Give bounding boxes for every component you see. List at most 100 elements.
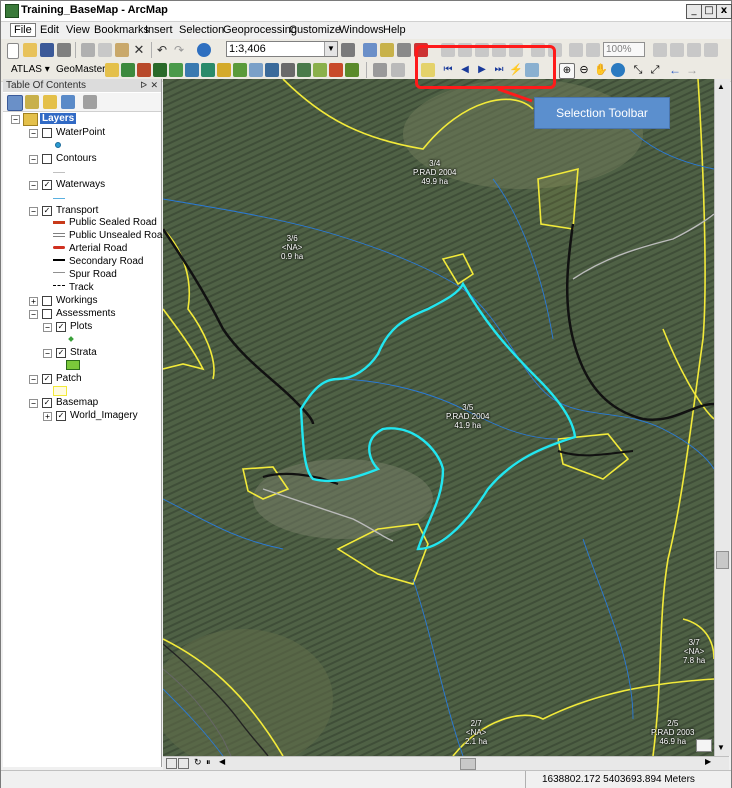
open-folder-icon[interactable] [23, 43, 37, 57]
waterpoint-collapse-icon[interactable]: − [29, 129, 38, 138]
menu-help[interactable]: Help [380, 24, 409, 36]
map-vertical-scrollbar[interactable]: ▲ ▼ [714, 79, 730, 756]
basemap-collapse-icon[interactable]: − [29, 399, 38, 408]
scroll-left-arrow-icon[interactable]: ◀ [219, 757, 225, 766]
search-window-icon[interactable] [397, 43, 411, 57]
map-view[interactable]: 3/4 P.RAD 2004 49.9 ha 3/6 <NA> 0.9 ha 3/5 P.… [163, 79, 714, 756]
toc-pin-icon[interactable]: ᐅ [140, 79, 147, 92]
scale-dropdown-icon[interactable]: ▼ [324, 42, 337, 56]
go-back-arrow-icon[interactable]: ← [668, 63, 682, 77]
edit-vertices-icon[interactable] [373, 63, 387, 77]
atlas-tool-7-icon[interactable] [201, 63, 215, 77]
pan-hand-icon[interactable]: ✋ [594, 63, 608, 77]
full-extent-globe-icon[interactable] [611, 63, 625, 77]
save-icon[interactable] [40, 43, 54, 57]
minimize-button[interactable]: _ [686, 4, 702, 19]
workings-expand-icon[interactable]: + [29, 297, 38, 306]
map-horizontal-scrollbar[interactable]: ↻ ⏸ ◀ ▶ [163, 756, 729, 770]
scroll-right-arrow-icon[interactable]: ▶ [705, 757, 711, 766]
cut-icon[interactable] [81, 43, 95, 57]
layer-patch[interactable]: Patch [56, 373, 82, 384]
delete-icon[interactable]: ✕ [132, 43, 146, 57]
list-by-selection-icon[interactable] [61, 95, 75, 109]
map-scale-combo[interactable]: 1:3,406 ▼ [226, 41, 338, 57]
plots-checkbox[interactable]: ✓ [56, 322, 66, 332]
close-button[interactable]: x [716, 4, 732, 19]
menu-insert[interactable]: Insert [142, 24, 176, 36]
atlas-toolbar-menu[interactable]: ATLAS ▾ [11, 64, 50, 75]
layout-view-icon[interactable] [178, 758, 189, 769]
print-icon[interactable] [57, 43, 71, 57]
vertical-scroll-thumb[interactable] [716, 551, 729, 569]
atlas-tool-9-icon[interactable] [233, 63, 247, 77]
fixed-zoom-out-icon[interactable]: ⤢ [648, 63, 662, 77]
zoom-in-icon[interactable]: ⊕ [559, 63, 575, 79]
atlas-tool-8-icon[interactable] [217, 63, 231, 77]
layout-zoom-in-icon[interactable] [569, 43, 583, 57]
menu-edit[interactable]: Edit [37, 24, 62, 36]
atlas-tool-11-icon[interactable] [265, 63, 279, 77]
toc-close-icon[interactable]: ✕ [150, 79, 158, 92]
editor-toolbar-icon[interactable] [341, 43, 355, 57]
horizontal-scroll-thumb[interactable] [460, 758, 476, 770]
maximize-button[interactable]: □ [701, 4, 717, 19]
draft-mode-icon[interactable] [653, 43, 667, 57]
waterways-collapse-icon[interactable]: − [29, 181, 38, 190]
go-forward-arrow-icon[interactable]: → [685, 63, 699, 77]
contours-checkbox[interactable] [42, 154, 52, 164]
layer-workings[interactable]: Workings [56, 295, 98, 306]
atlas-tool-13-icon[interactable] [297, 63, 311, 77]
layout-zoom-percent[interactable]: 100% [603, 42, 645, 57]
add-data-icon[interactable] [197, 43, 211, 57]
data-view-icon[interactable] [166, 758, 177, 769]
atlas-tool-2-icon[interactable] [121, 63, 135, 77]
patch-collapse-icon[interactable]: − [29, 375, 38, 384]
undo-icon[interactable]: ↶ [157, 43, 171, 57]
workings-checkbox[interactable] [42, 296, 52, 306]
assessments-collapse-icon[interactable]: − [29, 310, 38, 319]
world-imagery-checkbox[interactable]: ✓ [56, 411, 66, 421]
atlas-tool-14-icon[interactable] [313, 63, 327, 77]
list-by-visibility-icon[interactable] [43, 95, 57, 109]
catalog-window-icon[interactable] [380, 43, 394, 57]
list-by-source-icon[interactable] [25, 95, 39, 109]
refresh-view-icon[interactable]: ↻ [194, 757, 202, 768]
scroll-up-arrow-icon[interactable]: ▲ [717, 82, 725, 91]
layer-transport[interactable]: Transport [56, 205, 98, 216]
world-imagery-expand-icon[interactable]: + [43, 412, 52, 421]
transport-collapse-icon[interactable]: − [29, 207, 38, 216]
measure-icon[interactable] [391, 63, 405, 77]
layer-world-imagery[interactable]: World_Imagery [70, 410, 138, 421]
zoom-out-icon[interactable]: ⊖ [577, 63, 591, 77]
assessments-checkbox[interactable] [42, 309, 52, 319]
atlas-tool-10-icon[interactable] [249, 63, 263, 77]
list-by-drawing-order-icon[interactable] [7, 95, 23, 111]
plots-collapse-icon[interactable]: − [43, 323, 52, 332]
transport-checkbox[interactable]: ✓ [42, 206, 52, 216]
map-tips-icon[interactable] [696, 739, 712, 752]
layer-waterways[interactable]: Waterways [56, 179, 105, 190]
atlas-tool-16-icon[interactable] [345, 63, 359, 77]
pause-drawing-icon[interactable]: ⏸ [206, 757, 211, 768]
menu-view[interactable]: View [63, 24, 93, 36]
atlas-tool-1-icon[interactable] [105, 63, 119, 77]
redo-icon[interactable]: ↷ [174, 43, 188, 57]
layout-zoom-out-icon[interactable] [586, 43, 600, 57]
toc-options-icon[interactable] [83, 95, 97, 109]
atlas-tool-3-icon[interactable] [137, 63, 151, 77]
layer-strata[interactable]: Strata [70, 347, 97, 358]
atlas-tool-5-icon[interactable] [169, 63, 183, 77]
copy-icon[interactable] [98, 43, 112, 57]
menu-file[interactable]: File [10, 23, 36, 37]
waterways-checkbox[interactable]: ✓ [42, 180, 52, 190]
layer-contours[interactable]: Contours [56, 153, 97, 164]
atlas-tool-12-icon[interactable] [281, 63, 295, 77]
atlas-tool-4-icon[interactable] [153, 63, 167, 77]
contours-collapse-icon[interactable]: − [29, 155, 38, 164]
paste-icon[interactable] [115, 43, 129, 57]
new-document-icon[interactable] [7, 43, 19, 59]
atlas-tool-15-icon[interactable] [329, 63, 343, 77]
patch-checkbox[interactable]: ✓ [42, 374, 52, 384]
layer-plots[interactable]: Plots [70, 321, 92, 332]
layer-basemap[interactable]: Basemap [56, 397, 98, 408]
